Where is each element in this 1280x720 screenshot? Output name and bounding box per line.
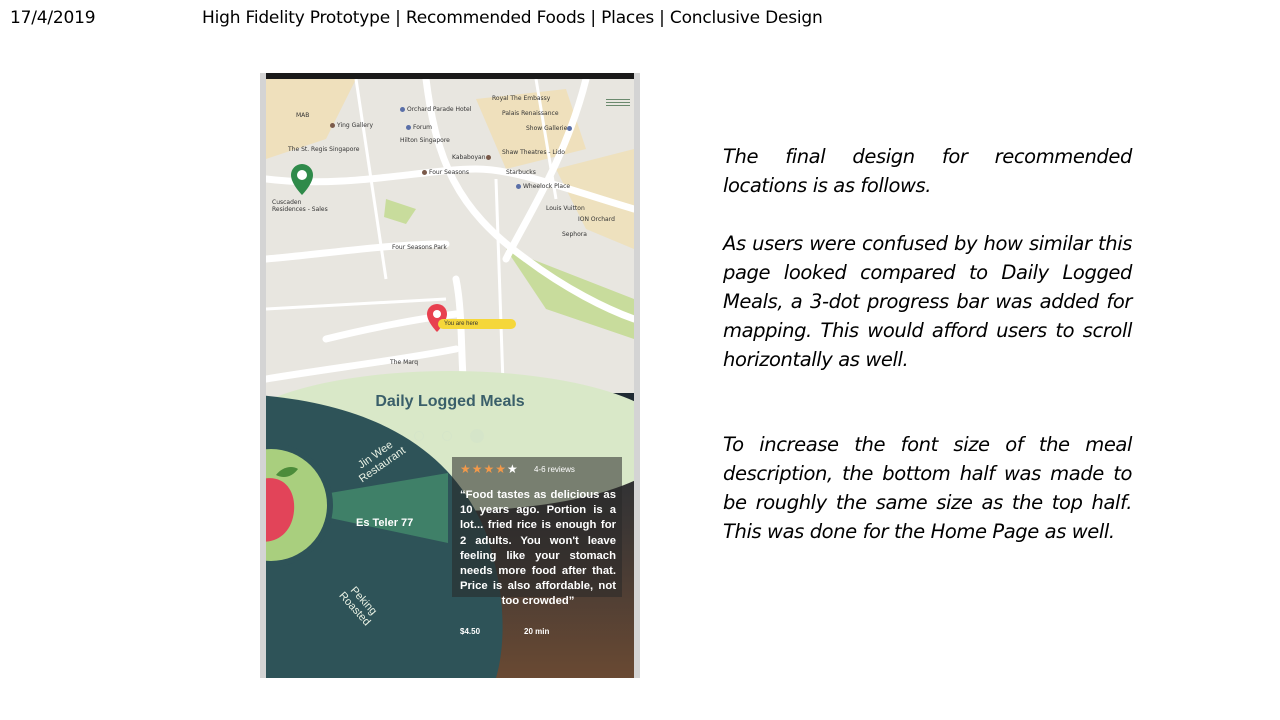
progress-dots[interactable] bbox=[414, 427, 502, 445]
slide-title: High Fidelity Prototype | Recommended Fo… bbox=[202, 8, 823, 28]
travel-time: 20 min bbox=[524, 627, 550, 636]
map-label: Show Gallerie bbox=[526, 125, 574, 132]
phone-screen: Royal The Embassy Orchard Parade Hotel P… bbox=[266, 73, 634, 678]
map-label: Four Seasons Park bbox=[392, 244, 447, 251]
description-paragraph-3: To increase the font size of the meal de… bbox=[723, 433, 1132, 543]
meal-price: $4.50 bbox=[460, 627, 481, 636]
you-are-here-label: You are here bbox=[438, 319, 516, 329]
map-label: ION Orchard bbox=[578, 216, 615, 223]
map-label: Ying Gallery bbox=[330, 122, 373, 129]
review-count[interactable]: 4-6 reviews bbox=[534, 465, 575, 474]
hamburger-menu-icon[interactable] bbox=[606, 97, 630, 111]
progress-dot-1[interactable] bbox=[414, 430, 424, 441]
map-label: The St. Regis Singapore bbox=[288, 146, 360, 153]
map-label: Sephora bbox=[562, 231, 587, 238]
map-label: Royal The Embassy bbox=[492, 95, 551, 102]
wheel-item-es-teler[interactable]: Es Teler 77 bbox=[356, 517, 413, 529]
map-label: The Marq bbox=[390, 359, 419, 366]
description-paragraph-1: The final design for recommended locatio… bbox=[723, 145, 1132, 197]
section-title: Daily Logged Meals bbox=[375, 393, 525, 410]
map-label: Starbucks bbox=[506, 169, 536, 176]
map-label: Louis Vuitton bbox=[546, 205, 585, 212]
map-label: Palais Renaissance bbox=[502, 110, 559, 117]
map-label: Hilton Singapore bbox=[400, 137, 450, 144]
description-paragraph-2: As users were confused by how similar th… bbox=[723, 232, 1132, 371]
review-quote: “Food tastes as delicious as 10 years ag… bbox=[460, 489, 616, 608]
map-label: Orchard Parade Hotel bbox=[400, 106, 471, 113]
map-label: Wheelock Place bbox=[516, 183, 570, 190]
map-label: Cuscaden Residences - Sales bbox=[272, 199, 328, 213]
progress-dot-3[interactable] bbox=[470, 428, 484, 443]
map-label: Kababoyan bbox=[452, 154, 493, 161]
rating-stars: ★★★★★ bbox=[460, 462, 519, 476]
progress-dot-2[interactable] bbox=[442, 430, 452, 441]
map-label: Forum bbox=[406, 124, 432, 131]
map-label: Four Seasons bbox=[422, 169, 469, 176]
map-label: MAB bbox=[296, 112, 310, 119]
slide-date: 17/4/2019 bbox=[10, 8, 96, 28]
map-label: Shaw Theatres - Lido bbox=[502, 149, 565, 156]
phone-mockup: Royal The Embassy Orchard Parade Hotel P… bbox=[260, 73, 640, 678]
